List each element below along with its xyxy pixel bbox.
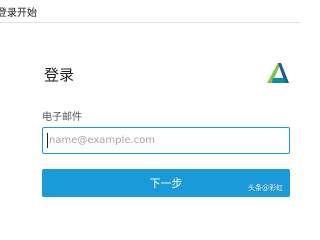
email-label: 电子邮件 — [42, 112, 82, 123]
window-title: 登录开始 — [0, 8, 37, 19]
autodesk-a-logo-icon — [267, 63, 289, 83]
watermark: 头条@彩虹 — [248, 184, 283, 192]
login-dialog: 登录开始 登录 电子邮件 下一步 头条@彩虹 — [0, 0, 300, 200]
text-cursor — [47, 133, 48, 148]
email-field[interactable] — [42, 127, 290, 154]
login-heading: 登录 — [44, 66, 75, 84]
window-titlebar: 登录开始 — [0, 0, 300, 23]
